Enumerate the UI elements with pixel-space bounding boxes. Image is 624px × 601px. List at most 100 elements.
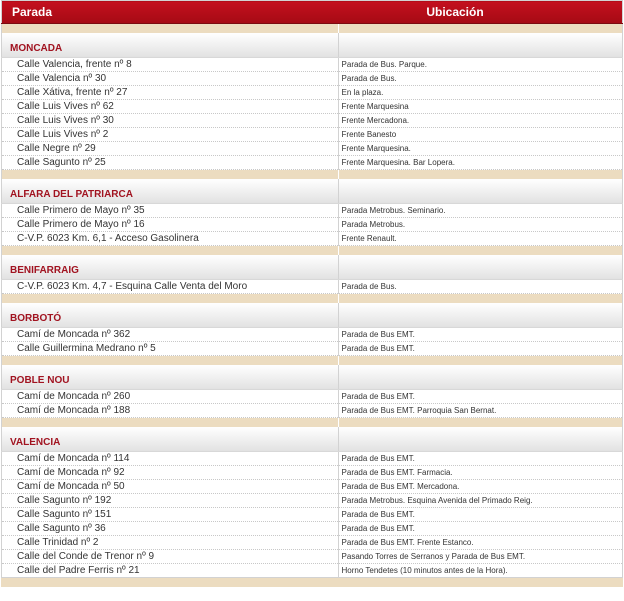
parada-cell: Calle Guillermina Medrano nº 5 <box>1 341 339 356</box>
stop-location: Frente Marquesina. <box>341 144 411 153</box>
parada-cell: Calle Sagunto nº 151 <box>1 507 339 522</box>
table-row: Camí de Moncada nº 92 Parada de Bus EMT. … <box>1 465 623 480</box>
table-row: Camí de Moncada nº 50 Parada de Bus EMT. … <box>1 479 623 494</box>
separator-cell <box>1 169 339 179</box>
group-name: BORBOTÓ <box>10 313 62 324</box>
ubicacion-cell: En la plaza. <box>338 85 623 100</box>
stop-location: Parada Metrobus. Esquina Avenida del Pri… <box>341 496 533 505</box>
stop-location: Parada Metrobus. <box>341 220 406 229</box>
parada-cell: Calle del Padre Ferris nº 21 <box>1 563 339 578</box>
stop-name: Camí de Moncada nº 362 <box>17 329 131 340</box>
stop-name: Calle Primero de Mayo nº 35 <box>17 205 145 216</box>
table-row: Calle Primero de Mayo nº 35 Parada Metrob… <box>1 203 623 218</box>
stop-name: Camí de Moncada nº 92 <box>17 467 125 478</box>
separator-cell <box>338 23 623 33</box>
ubicacion-cell: Parada de Bus EMT. <box>338 507 623 522</box>
table-row: Calle Trinidad nº 2 Parada de Bus EMT. Fr… <box>1 535 623 550</box>
ubicacion-cell: Parada de Bus EMT. Farmacia. <box>338 465 623 480</box>
ubicacion-cell: Frente Marquesina <box>338 99 623 114</box>
separator-cell <box>1 293 339 303</box>
column-header-ubicacion: Ubicación <box>338 0 623 24</box>
group-name: MONCADA <box>10 43 63 54</box>
parada-cell: Calle Sagunto nº 192 <box>1 493 339 508</box>
group-header-empty-cell <box>338 427 623 452</box>
stop-name: Calle Luis Vives nº 62 <box>17 101 114 112</box>
separator-cell <box>338 245 623 255</box>
stop-name: Calle Sagunto nº 151 <box>17 509 112 520</box>
stop-name: Calle Sagunto nº 36 <box>17 523 106 534</box>
stop-name: Calle Valencia nº 30 <box>17 73 107 84</box>
stop-location: Parada Metrobus. Seminario. <box>341 206 446 215</box>
ubicacion-cell: Frente Banesto <box>338 127 623 142</box>
group-separator-band <box>1 417 623 427</box>
stop-name: Calle Valencia, frente nº 8 <box>17 59 132 70</box>
parada-cell: Camí de Moncada nº 92 <box>1 465 339 480</box>
ubicacion-cell: Horno Tendetes (10 minutos antes de la H… <box>338 563 623 578</box>
parada-cell: Calle Sagunto nº 25 <box>1 155 339 170</box>
column-header-parada: Parada <box>1 0 339 24</box>
group-header-row: BORBOTÓ <box>1 303 623 328</box>
table-row: C-V.P. 6023 Km. 4,7 - Esquina Calle Vent… <box>1 279 623 294</box>
group-header-empty-cell <box>338 365 623 390</box>
stop-location: Parada de Bus EMT. <box>341 454 415 463</box>
table-row: Calle Luis Vives nº 30 Frente Mercadona. <box>1 113 623 128</box>
table-row: C-V.P. 6023 Km. 6,1 - Acceso Gasolinera F… <box>1 231 623 246</box>
ubicacion-cell: Frente Marquesina. <box>338 141 623 156</box>
parada-cell: Calle Luis Vives nº 30 <box>1 113 339 128</box>
table-row: Calle Sagunto nº 192 Parada Metrobus. Esq… <box>1 493 623 508</box>
stop-location: Frente Renault. <box>341 234 397 243</box>
parada-cell: Calle Primero de Mayo nº 16 <box>1 217 339 232</box>
ubicacion-cell: Parada de Bus EMT. <box>338 521 623 536</box>
ubicacion-cell: Frente Marquesina. Bar Lopera. <box>338 155 623 170</box>
group-separator-band <box>1 23 623 33</box>
table-header-row: Parada Ubicación <box>1 0 623 24</box>
group-header-cell: POBLE NOU <box>1 365 339 390</box>
parada-cell: C-V.P. 6023 Km. 4,7 - Esquina Calle Vent… <box>1 279 339 294</box>
stop-name: Camí de Moncada nº 50 <box>17 481 125 492</box>
table-row: Camí de Moncada nº 260 Parada de Bus EMT. <box>1 389 623 404</box>
parada-cell: C-V.P. 6023 Km. 6,1 - Acceso Gasolinera <box>1 231 339 246</box>
stop-location: Parada de Bus EMT. <box>341 510 415 519</box>
group-header-row: MONCADA <box>1 33 623 58</box>
parada-cell: Camí de Moncada nº 188 <box>1 403 339 418</box>
ubicacion-cell: Parada de Bus EMT. Parroquia San Bernat. <box>338 403 623 418</box>
separator-cell <box>338 293 623 303</box>
bus-stops-table: Parada Ubicación MONCADA Calle Valencia, … <box>1 0 623 578</box>
stop-name: Calle Guillermina Medrano nº 5 <box>17 343 156 354</box>
group-separator-band <box>1 355 623 365</box>
stop-location: Parada de Bus EMT. Parroquia San Bernat. <box>341 406 497 415</box>
parada-cell: Calle Luis Vives nº 2 <box>1 127 339 142</box>
group-header-cell: BENIFARRAIG <box>1 255 339 280</box>
stop-name: Calle Luis Vives nº 30 <box>17 115 114 126</box>
separator-cell <box>1 245 339 255</box>
group-name: VALENCIA <box>10 437 61 448</box>
stop-location: Parada de Bus EMT. <box>341 344 415 353</box>
ubicacion-cell: Parada de Bus. <box>338 71 623 86</box>
stop-name: Calle Primero de Mayo nº 16 <box>17 219 145 230</box>
stop-location: Horno Tendetes (10 minutos antes de la H… <box>341 566 508 575</box>
table-row: Calle Negre nº 29 Frente Marquesina. <box>1 141 623 156</box>
group-header-empty-cell <box>338 179 623 204</box>
table-row: Calle Valencia, frente nº 8 Parada de Bus… <box>1 57 623 72</box>
stop-name: Camí de Moncada nº 188 <box>17 405 131 416</box>
table-row: Calle Sagunto nº 151 Parada de Bus EMT. <box>1 507 623 522</box>
table-row: Calle del Conde de Trenor nº 9 Pasando To… <box>1 549 623 564</box>
group-header-cell: ALFARA DEL PATRIARCA <box>1 179 339 204</box>
parada-cell: Camí de Moncada nº 114 <box>1 451 339 466</box>
parada-cell: Calle Primero de Mayo nº 35 <box>1 203 339 218</box>
stop-location: Frente Marquesina <box>341 102 409 111</box>
stop-location: En la plaza. <box>341 88 384 97</box>
separator-cell <box>338 417 623 427</box>
ubicacion-cell: Parada Metrobus. Esquina Avenida del Pri… <box>338 493 623 508</box>
ubicacion-cell: Parada de Bus EMT. <box>338 327 623 342</box>
table-row: Calle Valencia nº 30 Parada de Bus. <box>1 71 623 86</box>
parada-cell: Calle Trinidad nº 2 <box>1 535 339 550</box>
table-row: Calle del Padre Ferris nº 21 Horno Tendet… <box>1 563 623 578</box>
group-header-row: BENIFARRAIG <box>1 255 623 280</box>
separator-cell <box>1 23 339 33</box>
stop-name: Calle Trinidad nº 2 <box>17 537 99 548</box>
ubicacion-cell: Pasando Torres de Serranos y Parada de B… <box>338 549 623 564</box>
parada-cell: Camí de Moncada nº 260 <box>1 389 339 404</box>
parada-cell: Calle Valencia, frente nº 8 <box>1 57 339 72</box>
group-name: BENIFARRAIG <box>10 265 79 276</box>
